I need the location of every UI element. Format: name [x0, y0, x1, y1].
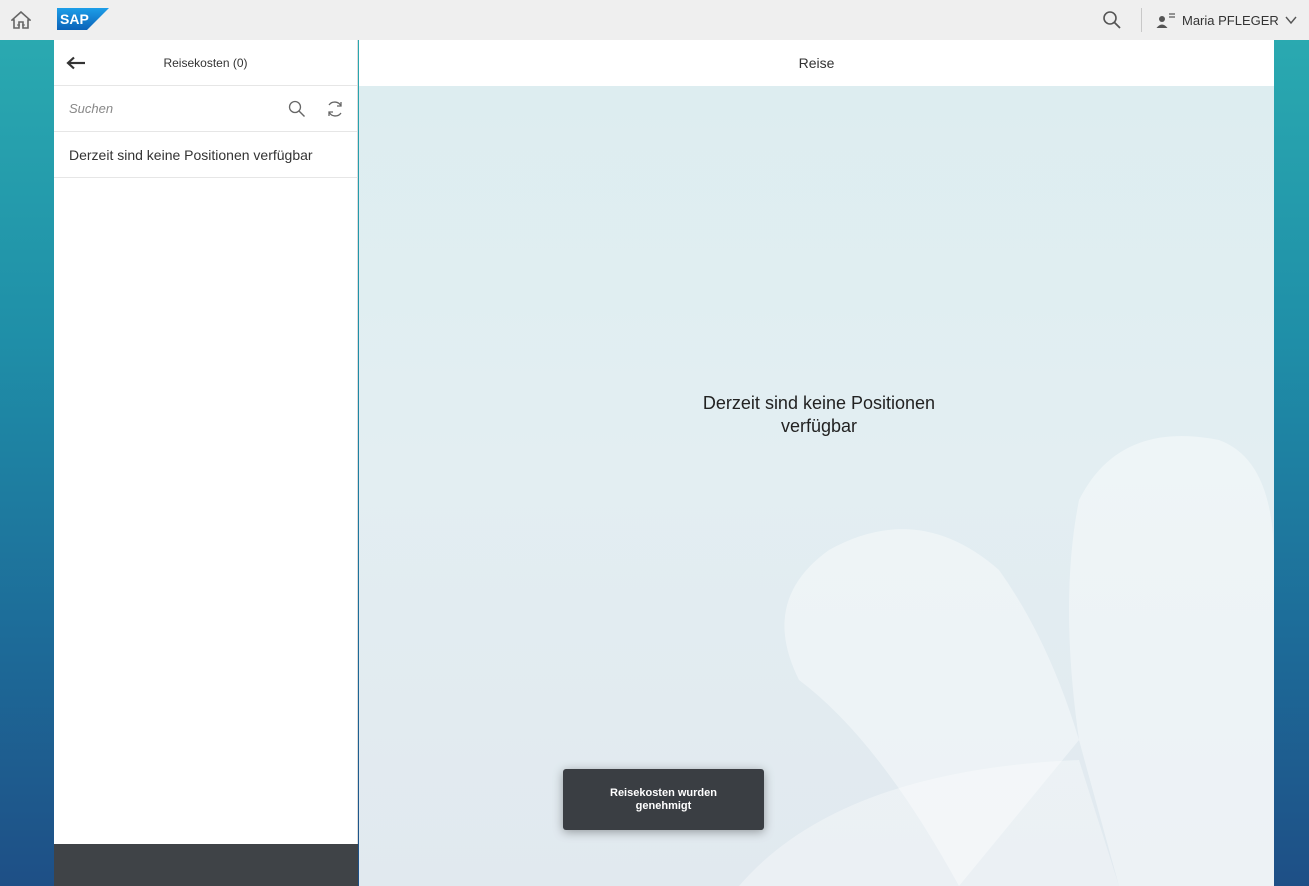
chevron-down-icon	[1285, 15, 1297, 25]
master-footer-toolbar	[54, 844, 358, 886]
refresh-icon	[328, 101, 342, 117]
toast-line-1: Reisekosten wurden	[610, 786, 717, 799]
search-button[interactable]	[286, 98, 308, 120]
detail-empty-line-2: verfügbar	[780, 416, 858, 436]
shell-divider	[1141, 8, 1142, 32]
master-panel: Reisekosten (0) Derzeit sind keine Posit…	[54, 40, 358, 886]
shell-header: SAP Maria PFLEGER	[0, 0, 1309, 40]
search-input[interactable]	[69, 101, 269, 116]
search-icon	[288, 100, 305, 117]
master-title: Reisekosten (0)	[163, 55, 248, 70]
home-button[interactable]	[8, 8, 34, 32]
master-header: Reisekosten (0)	[54, 40, 357, 86]
detail-empty-message: Derzeit sind keine Positionen verfügbar	[609, 392, 1029, 438]
user-name: Maria PFLEGER	[1182, 12, 1279, 28]
user-menu-button[interactable]: Maria PFLEGER	[1156, 6, 1297, 34]
search-bar	[54, 86, 357, 132]
detail-title: Reise	[798, 55, 835, 71]
refresh-button[interactable]	[324, 98, 346, 120]
toast-line-2: genehmigt	[635, 799, 692, 812]
user-icon	[1156, 13, 1175, 28]
detail-panel: Reise Derzeit sind keine Positionen verf…	[359, 40, 1274, 886]
flower-watermark	[739, 436, 1274, 886]
sap-logo-text: SAP	[60, 11, 89, 27]
message-toast: Reisekosten wurden genehmigt	[563, 769, 764, 830]
detail-header: Reise	[359, 40, 1274, 86]
home-icon	[11, 11, 31, 29]
master-empty-text: Derzeit sind keine Positionen verfügbar	[54, 132, 357, 178]
back-button[interactable]	[64, 51, 88, 75]
sap-logo[interactable]: SAP	[57, 8, 109, 30]
search-icon	[1103, 11, 1121, 29]
arrow-left-icon	[66, 56, 85, 70]
shell-search-button[interactable]	[1098, 6, 1126, 34]
detail-empty-line-1: Derzeit sind keine Positionen	[702, 393, 936, 413]
